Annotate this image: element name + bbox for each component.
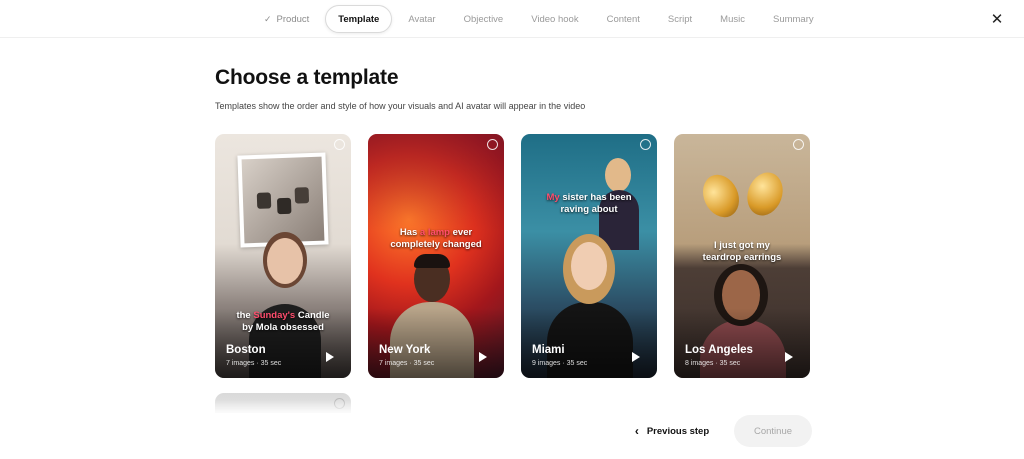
- template-card-miami[interactable]: My sister has been raving about Miami 9 …: [521, 134, 657, 378]
- step-label: Content: [606, 13, 640, 25]
- template-grid: the Sunday's Candle by Mola obsessed Bos…: [215, 134, 810, 378]
- step-template[interactable]: Template: [325, 5, 393, 33]
- template-card-los-angeles[interactable]: I just got my teardrop earrings Los Ange…: [674, 134, 810, 378]
- step-label: Video hook: [531, 13, 579, 25]
- select-radio[interactable]: [640, 139, 651, 150]
- select-radio[interactable]: [334, 139, 345, 150]
- previous-step-button[interactable]: ‹ Previous step: [622, 415, 722, 447]
- close-button[interactable]: ✕: [987, 9, 1007, 29]
- page-title: Choose a template: [215, 66, 399, 89]
- caption-text: the Sunday's Candle by Mola obsessed: [236, 310, 330, 333]
- step-label: Summary: [772, 13, 814, 25]
- play-icon[interactable]: [326, 352, 334, 362]
- step-navigation: ✓ Product Template Avatar Objective Video…: [252, 5, 826, 33]
- play-icon[interactable]: [632, 352, 640, 362]
- template-meta: 9 images · 35 sec: [532, 360, 588, 367]
- top-navigation-bar: ✓ Product Template Avatar Objective Video…: [0, 0, 1024, 38]
- template-card-boston[interactable]: the Sunday's Candle by Mola obsessed Bos…: [215, 134, 351, 378]
- step-product[interactable]: ✓ Product: [252, 5, 321, 33]
- step-label: Objective: [463, 13, 504, 25]
- step-label: Script: [667, 13, 693, 25]
- step-label: Music: [720, 13, 745, 25]
- template-name: Boston: [226, 344, 266, 356]
- close-icon: ✕: [990, 11, 1004, 28]
- caption-text: My sister has been raving about: [546, 192, 632, 215]
- continue-button[interactable]: Continue: [734, 415, 812, 447]
- step-video-hook[interactable]: Video hook: [519, 5, 590, 33]
- play-icon[interactable]: [479, 352, 487, 362]
- template-name: Los Angeles: [685, 344, 753, 356]
- caption-text: Has a lamp ever completely changed: [390, 227, 482, 250]
- step-label: Product: [276, 13, 310, 25]
- continue-label: Continue: [753, 425, 793, 437]
- step-avatar[interactable]: Avatar: [396, 5, 447, 33]
- step-label: Avatar: [408, 13, 436, 25]
- template-meta: 7 images · 35 sec: [379, 360, 435, 367]
- select-radio[interactable]: [793, 139, 804, 150]
- step-content[interactable]: Content: [595, 5, 652, 33]
- caption-text: I just got my teardrop earrings: [702, 240, 782, 263]
- chevron-left-icon: ‹: [634, 424, 639, 438]
- step-summary[interactable]: Summary: [761, 5, 826, 33]
- play-icon[interactable]: [785, 352, 793, 362]
- step-label: Template: [338, 13, 380, 25]
- check-icon: ✓: [264, 13, 272, 24]
- previous-step-label: Previous step: [646, 425, 710, 437]
- template-name: New York: [379, 344, 431, 356]
- page-subtitle: Templates show the order and style of ho…: [215, 101, 586, 111]
- step-objective[interactable]: Objective: [452, 5, 516, 33]
- template-meta: 8 images · 35 sec: [685, 360, 741, 367]
- template-meta: 7 images · 35 sec: [226, 360, 282, 367]
- step-script[interactable]: Script: [656, 5, 704, 33]
- select-radio[interactable]: [487, 139, 498, 150]
- template-card-new-york[interactable]: Has a lamp ever completely changed New Y…: [368, 134, 504, 378]
- template-name: Miami: [532, 344, 565, 356]
- step-music[interactable]: Music: [708, 5, 757, 33]
